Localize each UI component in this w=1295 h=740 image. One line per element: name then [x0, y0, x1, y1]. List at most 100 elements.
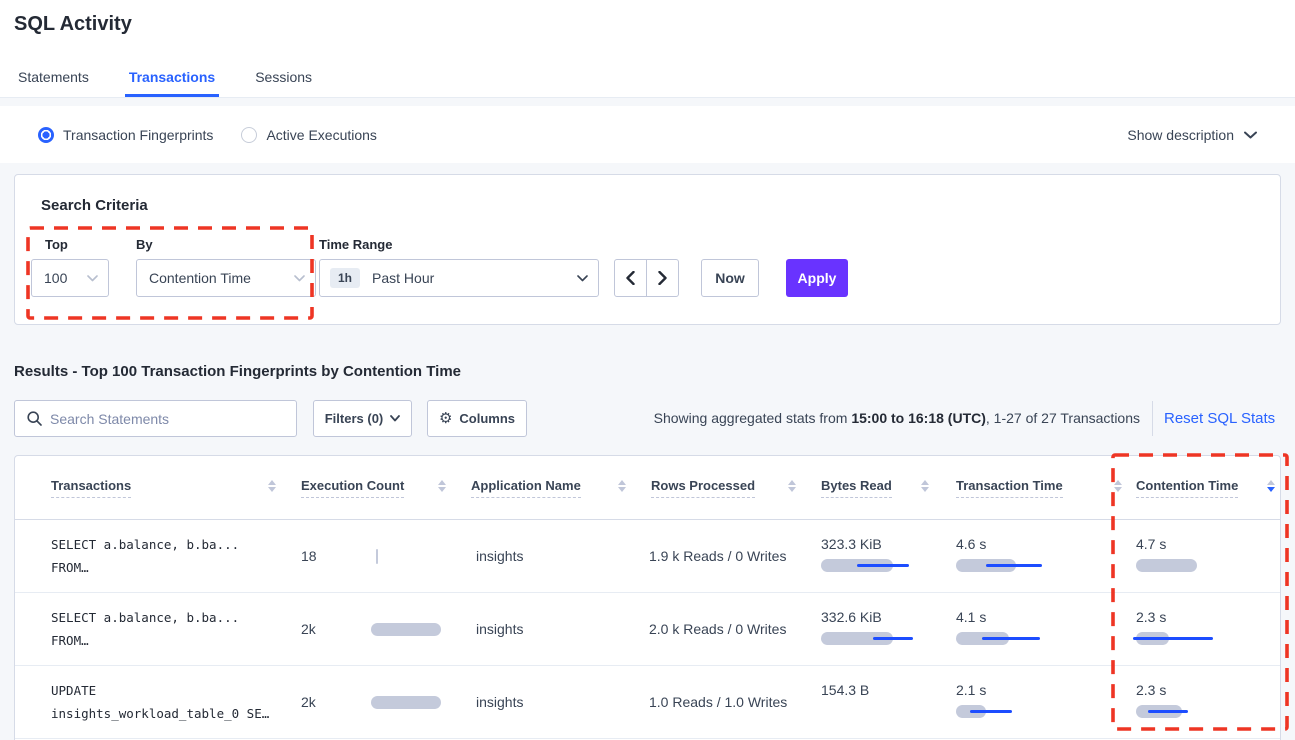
sort-icon-rows-processed[interactable]: [788, 480, 796, 492]
sort-icon-execution-count[interactable]: [438, 480, 446, 492]
sort-icon-transaction-time[interactable]: [1114, 480, 1122, 492]
time-range-badge: 1h: [330, 268, 360, 288]
time-next-button[interactable]: [647, 260, 679, 296]
contention-time-bar-chart: [1136, 632, 1276, 645]
bytes-read-value: 154.3 B: [821, 682, 961, 700]
column-header-label: Execution Count: [301, 478, 404, 498]
column-header-label: Transaction Time: [956, 478, 1063, 498]
transaction-time-value: 2.1 s: [956, 682, 1096, 700]
show-description-toggle[interactable]: Show description: [1127, 106, 1257, 163]
transaction-fingerprint-link[interactable]: SELECT a.balance, b.ba...FROM…: [51, 520, 239, 593]
page-title: SQL Activity: [14, 13, 132, 36]
column-header-label: Rows Processed: [651, 478, 755, 498]
stats-prefix: Showing aggregated stats from: [654, 410, 852, 426]
execution-count-cell: 2k: [301, 593, 316, 666]
show-description-label: Show description: [1127, 127, 1234, 143]
transactions-table: Transactions Execution Count Application N…: [14, 455, 1281, 740]
by-select[interactable]: Contention Time: [136, 259, 316, 297]
radio-unselected-icon[interactable]: [241, 127, 257, 143]
sort-icon-application-name[interactable]: [618, 480, 626, 492]
transaction-fingerprint-link[interactable]: UPDATEinsights_workload_table_0 SE…: [51, 666, 269, 739]
tab-bar: Statements Transactions Sessions: [14, 69, 316, 97]
chevron-down-icon: [87, 275, 108, 282]
chevron-right-icon: [658, 271, 667, 285]
transaction-time-stddev-line: [986, 564, 1042, 567]
columns-button[interactable]: ⚙ Columns: [427, 400, 527, 437]
top-select-value: 100: [32, 270, 67, 286]
column-header-rows-processed[interactable]: Rows Processed: [651, 456, 755, 520]
bytes-read-value: 332.6 KiB: [821, 609, 961, 627]
bytes-read-stddev-line: [857, 564, 909, 567]
bytes-read-bar-chart: [821, 559, 961, 572]
radio-selected-icon[interactable]: [38, 127, 54, 143]
gear-icon: ⚙: [439, 411, 452, 426]
radio-active-executions[interactable]: Active Executions: [241, 127, 377, 143]
column-header-application-name[interactable]: Application Name: [471, 456, 581, 520]
view-radio-group: Transaction Fingerprints Active Executio…: [38, 106, 377, 163]
chevron-down-icon: [390, 415, 400, 422]
transaction-fingerprint-link[interactable]: SELECT a.balance, b.ba...FROM…: [51, 593, 239, 666]
tab-transactions[interactable]: Transactions: [125, 69, 219, 97]
chevron-left-icon: [626, 271, 635, 285]
search-statements-input[interactable]: [50, 411, 296, 427]
stats-suffix: , 1-27 of 27 Transactions: [986, 410, 1140, 426]
radio-label: Transaction Fingerprints: [63, 127, 213, 143]
transaction-time-stddev-line: [970, 710, 1012, 713]
contention-time-value: 2.3 s: [1136, 682, 1276, 700]
column-header-execution-count[interactable]: Execution Count: [301, 456, 404, 520]
search-criteria-card: Search Criteria Top 100 By Contention Ti…: [14, 174, 1281, 325]
contention-time-stddev-line: [1133, 637, 1213, 640]
rows-processed-cell: 1.9 k Reads / 0 Writes: [649, 520, 786, 593]
transaction-time-bar-chart: [956, 705, 1096, 718]
now-button[interactable]: Now: [701, 259, 759, 297]
execution-count-value: 18: [301, 548, 317, 564]
column-header-transaction-time[interactable]: Transaction Time: [956, 456, 1063, 520]
sort-icon-contention-time[interactable]: [1267, 480, 1275, 492]
application-name-cell: insights: [476, 520, 523, 593]
transaction-time-bar-chart: [956, 559, 1096, 572]
time-range-value: Past Hour: [372, 270, 434, 286]
transaction-time-cell: 4.1 s: [956, 593, 1096, 666]
sort-icon-bytes-read[interactable]: [921, 480, 929, 492]
execution-count-value: 2k: [301, 694, 316, 710]
tab-statements[interactable]: Statements: [14, 69, 93, 97]
bytes-read-cell: 154.3 B: [821, 666, 961, 739]
tab-sessions[interactable]: Sessions: [251, 69, 316, 97]
radio-transaction-fingerprints[interactable]: Transaction Fingerprints: [38, 127, 213, 143]
sort-icon-transactions[interactable]: [268, 480, 276, 492]
contention-time-bar-chart: [1136, 705, 1276, 718]
time-prev-button[interactable]: [615, 260, 647, 296]
stats-time-range: 15:00 to 16:18 (UTC): [851, 410, 986, 426]
execution-count-value: 2k: [301, 621, 316, 637]
columns-label: Columns: [459, 411, 515, 426]
time-range-label: Time Range: [319, 237, 392, 252]
contention-time-value: 2.3 s: [1136, 609, 1276, 627]
contention-time-bar-chart: [1136, 559, 1276, 572]
column-header-label: Application Name: [471, 478, 581, 498]
time-nav-group: [614, 259, 679, 297]
time-range-select[interactable]: 1h Past Hour: [319, 259, 599, 297]
search-statements-box: [14, 400, 297, 437]
bytes-read-bar-chart: [821, 632, 961, 645]
column-header-label: Bytes Read: [821, 478, 892, 498]
column-header-bytes-read[interactable]: Bytes Read: [821, 456, 892, 520]
filters-label: Filters (0): [325, 411, 384, 426]
filters-button[interactable]: Filters (0): [313, 400, 412, 437]
execution-count-bar: [371, 623, 441, 636]
results-heading: Results - Top 100 Transaction Fingerprin…: [14, 363, 461, 380]
apply-button[interactable]: Apply: [786, 259, 848, 297]
top-select[interactable]: 100: [31, 259, 109, 297]
bytes-read-stddev-line: [873, 637, 913, 640]
contention-time-stddev-line: [1148, 710, 1188, 713]
column-header-contention-time[interactable]: Contention Time: [1136, 456, 1238, 520]
reset-sql-stats-link[interactable]: Reset SQL Stats: [1164, 400, 1275, 437]
rows-processed-cell: 1.0 Reads / 1.0 Writes: [649, 666, 787, 739]
contention-time-mean-bar: [1136, 559, 1197, 572]
column-header-transactions[interactable]: Transactions: [51, 456, 131, 520]
search-criteria-heading: Search Criteria: [41, 197, 148, 214]
search-icon: [27, 411, 42, 426]
transaction-time-stddev-line: [982, 637, 1040, 640]
sql-line-2: FROM…: [51, 629, 239, 652]
sql-line-1: SELECT a.balance, b.ba...: [51, 606, 239, 629]
stats-summary: Showing aggregated stats from 15:00 to 1…: [654, 400, 1140, 437]
